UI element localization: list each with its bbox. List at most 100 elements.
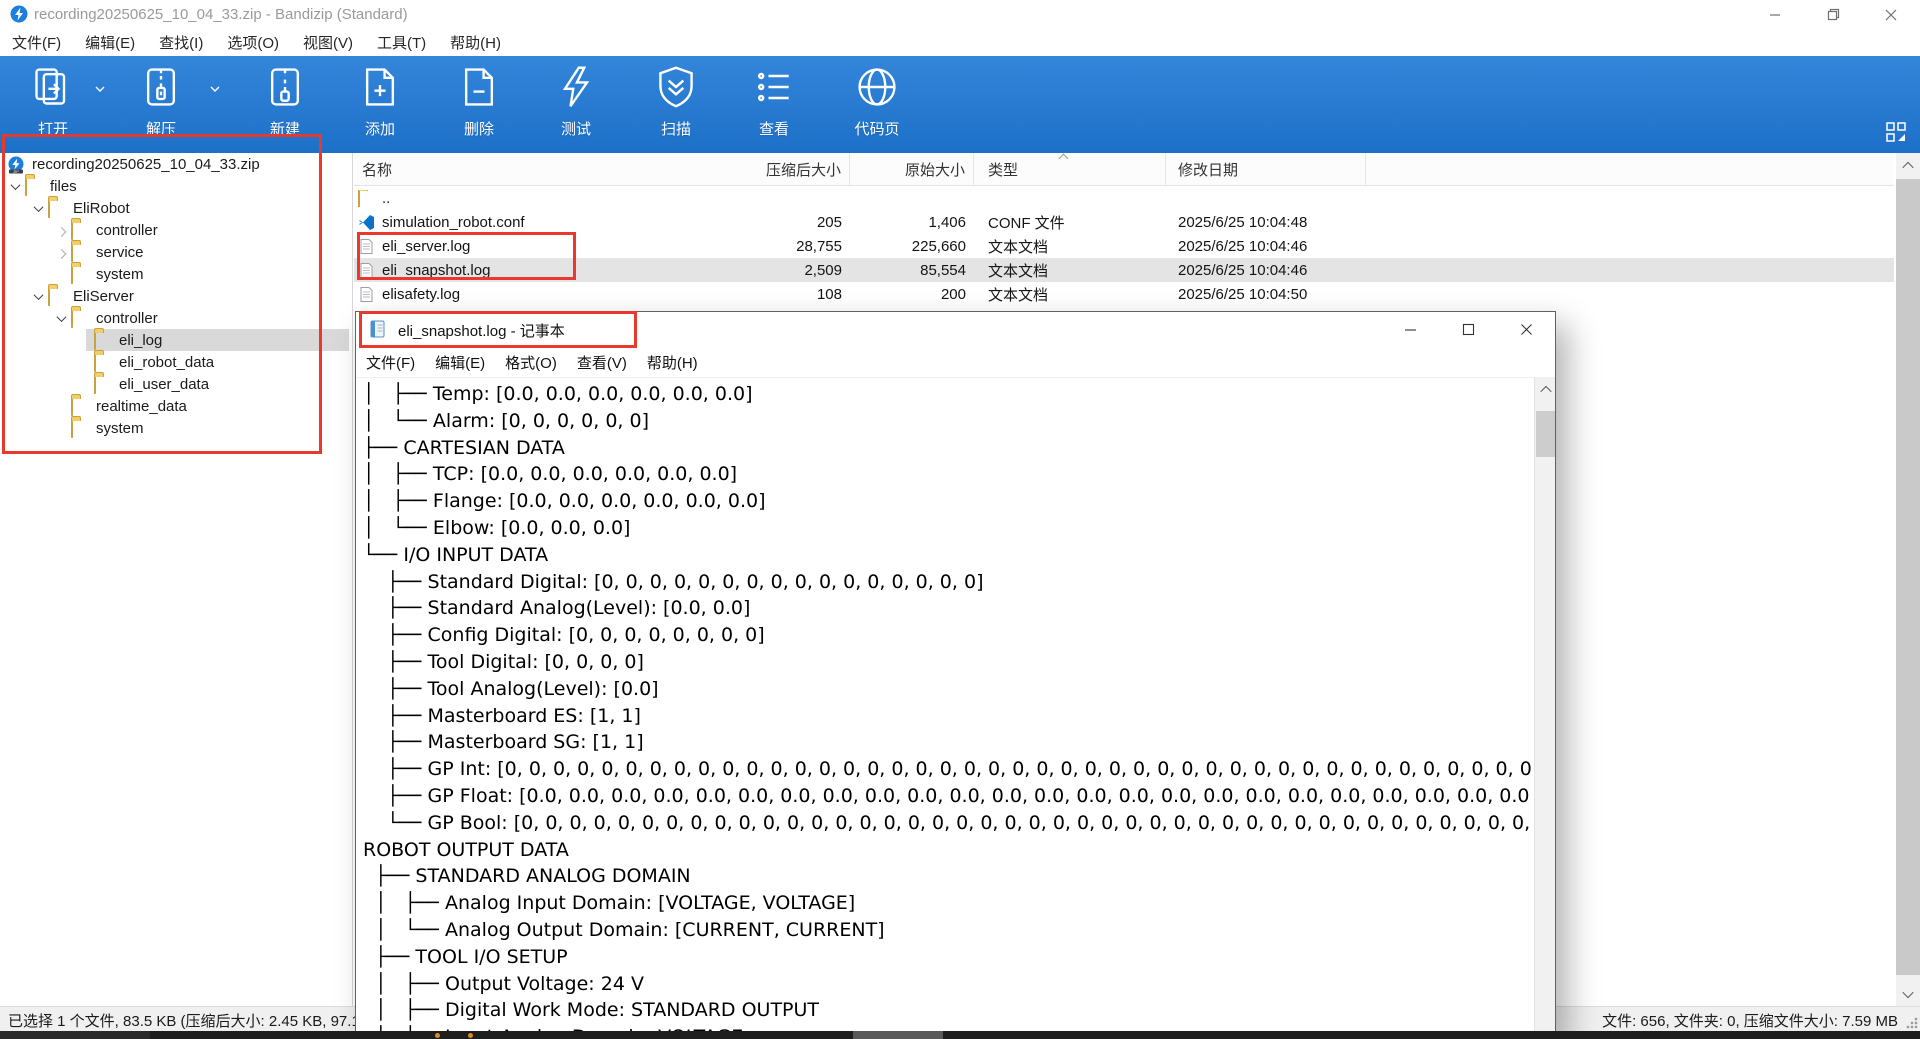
file-original-size: 1,406 xyxy=(850,214,974,231)
file-original-size: 225,660 xyxy=(850,238,974,255)
log-line: │ ├── Flange: [0.0, 0.0, 0.0, 0.0, 0.0, … xyxy=(363,488,1531,515)
scan-virus-icon xyxy=(653,64,699,110)
scroll-down-icon[interactable] xyxy=(1896,981,1920,1006)
taskbar-app-icon[interactable] xyxy=(468,1033,473,1038)
chevron-down-icon[interactable] xyxy=(208,82,222,96)
minimize-button[interactable] xyxy=(1746,0,1804,29)
log-line: ├── TOOL I/O SETUP xyxy=(363,944,1531,971)
annotation-box-log-files xyxy=(357,232,576,280)
scrollbar-thumb[interactable] xyxy=(1536,411,1555,457)
notepad-menubar: 文件(F) 编辑(E) 格式(O) 查看(V) 帮助(H) xyxy=(356,347,1555,378)
folder-icon xyxy=(358,190,375,207)
log-line: │ └── Elbow: [0.0, 0.0, 0.0] xyxy=(363,515,1531,542)
file-date: 2025/6/25 10:04:50 xyxy=(1166,286,1366,303)
restore-button[interactable] xyxy=(1804,0,1862,29)
table-row-eli-snapshot-log[interactable]: eli_snapshot.log 2,509 85,554 文本文档 2025/… xyxy=(354,258,1894,282)
toolbar-new-button[interactable]: 新建 xyxy=(242,64,328,139)
menu-help[interactable]: 帮助(H) xyxy=(438,32,513,53)
bandizip-menubar: 文件(F) 编辑(E) 查找(I) 选项(O) 视图(V) 工具(T) 帮助(H… xyxy=(0,29,1920,56)
log-line: └── GP Bool: [0, 0, 0, 0, 0, 0, 0, 0, 0,… xyxy=(363,810,1531,837)
log-file-icon xyxy=(358,286,375,303)
chevron-down-icon[interactable] xyxy=(93,82,107,96)
conf-file-icon xyxy=(358,214,375,231)
toolbar-add-button[interactable]: 添加 xyxy=(337,64,423,139)
notepad-maximize-button[interactable] xyxy=(1439,312,1497,347)
scroll-up-icon[interactable] xyxy=(1535,378,1556,402)
menu-file[interactable]: 文件(F) xyxy=(0,32,73,53)
menu-tools[interactable]: 工具(T) xyxy=(365,32,438,53)
table-row-elisafety-log[interactable]: elisafety.log 108 200 文本文档 2025/6/25 10:… xyxy=(354,282,1894,306)
file-date: 2025/6/25 10:04:48 xyxy=(1166,214,1366,231)
file-type: 文本文档 xyxy=(974,236,1166,257)
log-line: ├── Standard Digital: [0, 0, 0, 0, 0, 0,… xyxy=(363,569,1531,596)
screen: recording20250625_10_04_33.zip - Bandizi… xyxy=(0,0,1920,1039)
log-line: ├── Masterboard ES: [1, 1] xyxy=(363,703,1531,730)
resize-grip[interactable] xyxy=(1906,1017,1918,1029)
bandizip-app-icon xyxy=(10,5,28,23)
notepad-menu-view[interactable]: 查看(V) xyxy=(567,352,637,373)
add-file-icon xyxy=(357,64,403,110)
toolbar-scan-button[interactable]: 扫描 xyxy=(633,64,719,139)
file-name: .. xyxy=(382,190,390,207)
column-header-date[interactable]: 修改日期 xyxy=(1166,153,1366,185)
toolbar-layout-grid-icon[interactable] xyxy=(1884,120,1908,144)
file-type: CONF 文件 xyxy=(974,212,1166,233)
scroll-up-icon[interactable] xyxy=(1896,153,1920,178)
file-type: 文本文档 xyxy=(974,260,1166,281)
list-scrollbar[interactable] xyxy=(1896,153,1920,1006)
toolbar-delete-button[interactable]: 删除 xyxy=(436,64,522,139)
notepad-minimize-button[interactable] xyxy=(1381,312,1439,347)
column-header-name[interactable]: 名称 xyxy=(354,153,710,185)
list-header: 名称 压缩后大小 原始大小 类型 修改日期 xyxy=(354,153,1894,186)
log-line: ├── GP Float: [0.0, 0.0, 0.0, 0.0, 0.0, … xyxy=(363,783,1531,810)
table-row-simulation-robot-conf[interactable]: simulation_robot.conf 205 1,406 CONF 文件 … xyxy=(354,210,1894,234)
file-compressed-size: 205 xyxy=(710,214,850,231)
toolbar-extract-button[interactable]: 解压 xyxy=(118,64,204,139)
menu-find[interactable]: 查找(I) xyxy=(147,32,215,53)
notepad-menu-file[interactable]: 文件(F) xyxy=(356,352,425,373)
notepad-close-button[interactable] xyxy=(1497,312,1555,347)
table-row-parent-dir[interactable]: .. xyxy=(354,186,1894,210)
menu-edit[interactable]: 编辑(E) xyxy=(73,32,147,53)
table-row-eli-server-log[interactable]: eli_server.log 28,755 225,660 文本文档 2025/… xyxy=(354,234,1894,258)
scrollbar-thumb[interactable] xyxy=(1896,179,1920,975)
notepad-scrollbar[interactable] xyxy=(1534,378,1555,1039)
toolbar-view-button[interactable]: 查看 xyxy=(731,64,817,139)
window-title: recording20250625_10_04_33.zip - Bandizi… xyxy=(34,6,408,23)
sort-ascending-icon xyxy=(1060,155,1070,163)
log-line: ├── Config Digital: [0, 0, 0, 0, 0, 0, 0… xyxy=(363,622,1531,649)
log-line: ROBOT OUTPUT DATA xyxy=(363,837,1531,864)
view-icon xyxy=(751,64,797,110)
menu-view[interactable]: 视图(V) xyxy=(291,32,365,53)
column-header-original[interactable]: 原始大小 xyxy=(850,153,974,185)
notepad-menu-edit[interactable]: 编辑(E) xyxy=(425,352,495,373)
status-selection-text: 已选择 1 个文件, 83.5 KB (压缩后大小: 2.45 KB, 97.1… xyxy=(8,1010,378,1031)
close-button[interactable] xyxy=(1862,0,1920,29)
taskbar-app-icon[interactable] xyxy=(435,1033,440,1038)
column-header-compressed[interactable]: 压缩后大小 xyxy=(710,153,850,185)
file-original-size: 200 xyxy=(850,286,974,303)
toolbar-codepage-button[interactable]: 代码页 xyxy=(834,64,920,139)
menu-options[interactable]: 选项(O) xyxy=(215,32,291,53)
notepad-menu-format[interactable]: 格式(O) xyxy=(495,352,567,373)
log-line: │ ├── Analog Input Domain: [VOLTAGE, VOL… xyxy=(363,890,1531,917)
toolbar-open-button[interactable]: 打开 xyxy=(10,64,96,139)
column-header-type[interactable]: 类型 xyxy=(974,153,1166,185)
annotation-box-tree xyxy=(2,134,322,454)
log-line: ├── Standard Analog(Level): [0.0, 0.0] xyxy=(363,595,1531,622)
notepad-menu-help[interactable]: 帮助(H) xyxy=(637,352,708,373)
bandizip-titlebar: recording20250625_10_04_33.zip - Bandizi… xyxy=(0,0,1920,29)
notepad-text-area[interactable]: │ ├── Temp: [0.0, 0.0, 0.0, 0.0, 0.0, 0.… xyxy=(356,378,1531,1039)
delete-file-icon xyxy=(456,64,502,110)
status-archive-text: 文件: 656, 文件夹: 0, 压缩文件大小: 7.59 MB xyxy=(1602,1010,1898,1031)
log-line: ├── STANDARD ANALOG DOMAIN xyxy=(363,863,1531,890)
file-date: 2025/6/25 10:04:46 xyxy=(1166,262,1366,279)
log-line: │ ├── Digital Work Mode: STANDARD OUTPUT xyxy=(363,997,1531,1024)
log-line: ├── CARTESIAN DATA xyxy=(363,435,1531,462)
file-compressed-size: 28,755 xyxy=(710,238,850,255)
toolbar-test-button[interactable]: 测试 xyxy=(533,64,619,139)
taskbar-active-app[interactable] xyxy=(853,1031,943,1039)
log-line: │ ├── Temp: [0.0, 0.0, 0.0, 0.0, 0.0, 0.… xyxy=(363,381,1531,408)
file-compressed-size: 108 xyxy=(710,286,850,303)
annotation-box-notepad-title xyxy=(359,311,637,348)
